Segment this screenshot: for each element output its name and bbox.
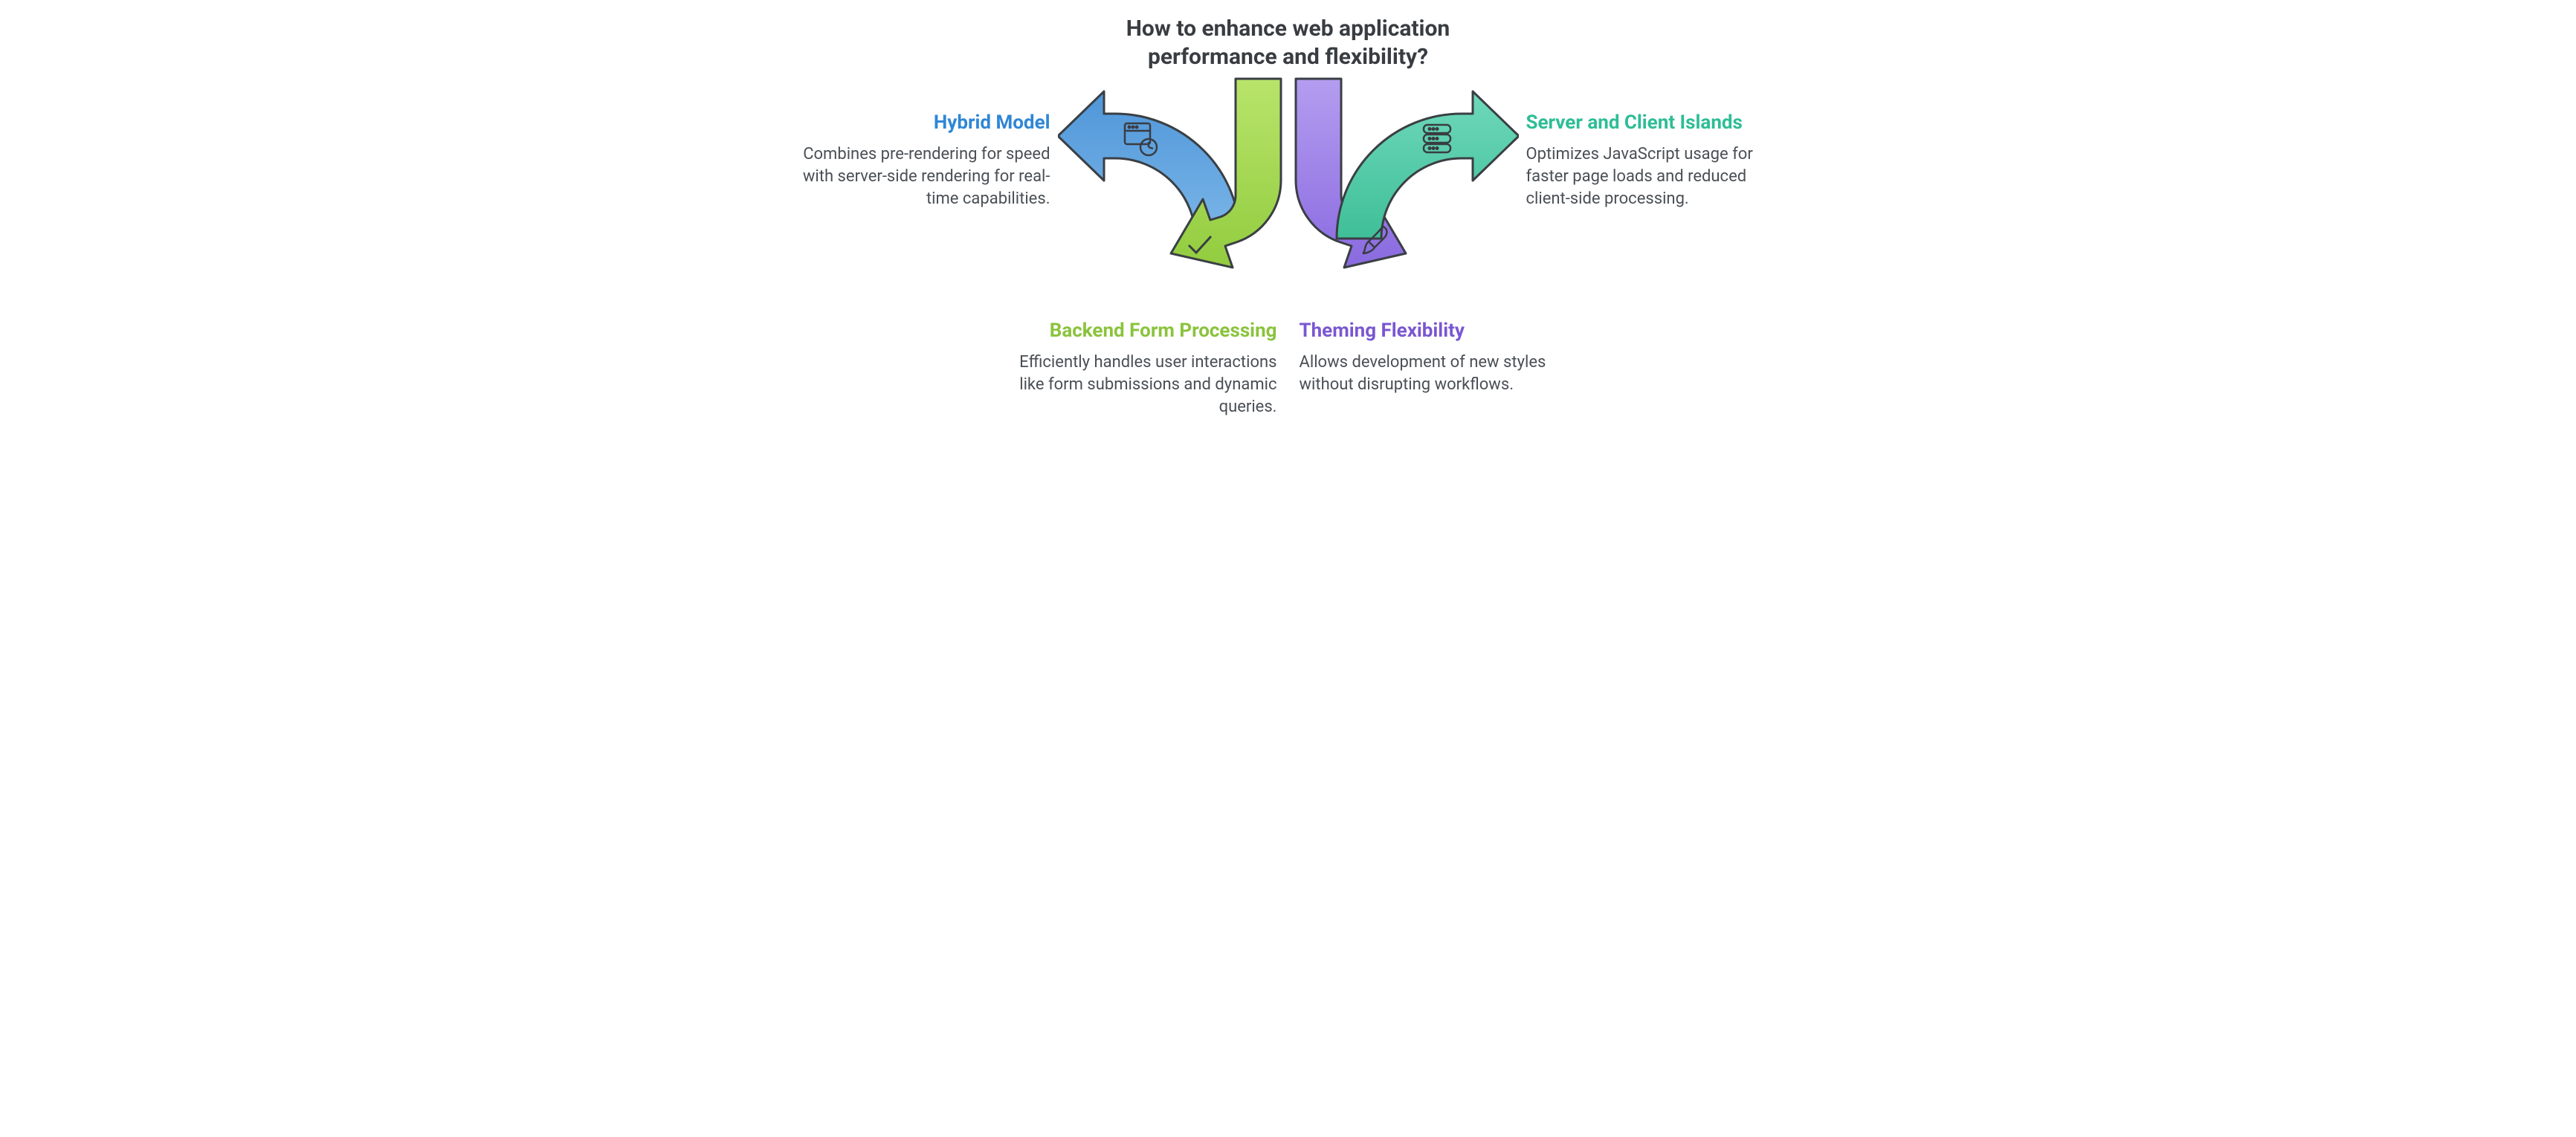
arrow-cluster [1058,73,1519,318]
body-hybrid: Combines pre-rendering for speed with se… [790,143,1050,210]
diagram-stage: How to enhance web application performan… [716,0,1861,505]
block-theming: Theming Flexibility Allows development o… [1300,320,1575,396]
block-hybrid: Hybrid Model Combines pre-rendering for … [790,111,1050,210]
checkmark-icon [1177,221,1221,266]
heading-islands: Server and Client Islands [1526,111,1786,135]
body-islands: Optimizes JavaScript usage for faster pa… [1526,143,1786,210]
paintbrush-icon [1354,218,1398,262]
browser-clock-icon [1117,116,1162,161]
arrow-islands [1337,91,1519,239]
diagram-title: How to enhance web application performan… [1080,15,1497,71]
server-stack-icon [1415,116,1459,161]
body-theming: Allows development of new styles without… [1300,352,1575,395]
heading-hybrid: Hybrid Model [790,111,1050,135]
block-islands: Server and Client Islands Optimizes Java… [1526,111,1786,210]
body-backend: Efficiently handles user interactions li… [1002,352,1277,418]
heading-backend: Backend Form Processing [1002,320,1277,343]
heading-theming: Theming Flexibility [1300,320,1575,343]
block-backend: Backend Form Processing Efficiently hand… [1002,320,1277,418]
arrow-hybrid [1058,91,1240,239]
